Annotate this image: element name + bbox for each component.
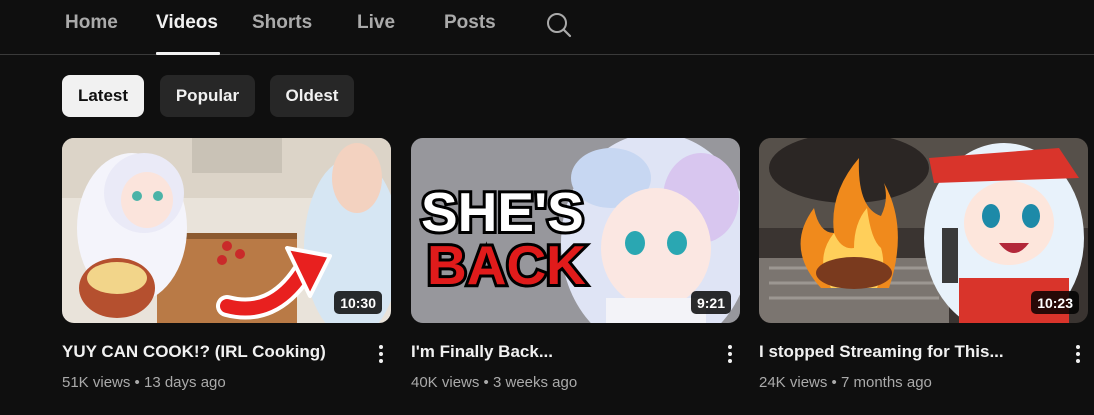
chip-popular[interactable]: Popular	[160, 75, 255, 117]
tab-videos[interactable]: Videos	[156, 12, 218, 38]
upload-age: 3 weeks ago	[492, 374, 578, 391]
video-metadata: 51K views • 13 days ago	[62, 374, 226, 391]
video-card: 10:30 YUY CAN COOK!? (IRL Cooking) 51K v…	[62, 138, 391, 398]
tab-home[interactable]: Home	[65, 12, 118, 38]
tab-live[interactable]: Live	[357, 12, 395, 38]
tab-shorts[interactable]: Shorts	[252, 12, 312, 38]
video-thumbnail[interactable]: 10:23	[759, 138, 1088, 323]
more-actions-button[interactable]	[721, 342, 739, 366]
meta-separator: •	[483, 374, 489, 391]
active-tab-indicator	[156, 52, 220, 55]
chip-latest[interactable]: Latest	[62, 75, 144, 117]
video-thumbnail[interactable]: 10:30	[62, 138, 391, 323]
video-title[interactable]: I stopped Streaming for This...	[759, 342, 1059, 362]
more-vert-icon	[728, 345, 732, 349]
video-thumbnail[interactable]: SHE'S BACK 9:21	[411, 138, 740, 323]
video-duration: 10:23	[1031, 291, 1079, 314]
video-card: 10:23 I stopped Streaming for This... 24…	[759, 138, 1088, 398]
more-vert-icon	[1076, 345, 1080, 349]
more-vert-icon	[379, 345, 383, 349]
thumbnail-text-back: BACK	[427, 234, 586, 296]
view-count: 51K views	[62, 374, 131, 391]
video-metadata: 40K views • 3 weeks ago	[411, 374, 577, 391]
video-card: SHE'S BACK 9:21 I'm Finally Back... 40K …	[411, 138, 740, 398]
tab-posts[interactable]: Posts	[444, 12, 496, 38]
video-title[interactable]: I'm Finally Back...	[411, 342, 711, 362]
channel-videos-page: Home Videos Shorts Live Posts Latest Pop…	[0, 0, 1094, 415]
video-title[interactable]: YUY CAN COOK!? (IRL Cooking)	[62, 342, 362, 362]
upload-age: 7 months ago	[840, 374, 932, 391]
channel-tab-bar: Home Videos Shorts Live Posts	[0, 0, 1094, 55]
view-count: 24K views	[759, 374, 828, 391]
more-actions-button[interactable]	[1069, 342, 1087, 366]
video-duration: 10:30	[334, 291, 382, 314]
search-icon	[547, 13, 572, 38]
chip-oldest[interactable]: Oldest	[270, 75, 354, 117]
meta-separator: •	[134, 374, 140, 391]
upload-age: 13 days ago	[143, 374, 226, 391]
video-metadata: 24K views • 7 months ago	[759, 374, 932, 391]
search-button[interactable]	[545, 11, 573, 39]
more-actions-button[interactable]	[372, 342, 390, 366]
meta-separator: •	[831, 374, 837, 391]
view-count: 40K views	[411, 374, 480, 391]
video-duration: 9:21	[690, 291, 731, 314]
